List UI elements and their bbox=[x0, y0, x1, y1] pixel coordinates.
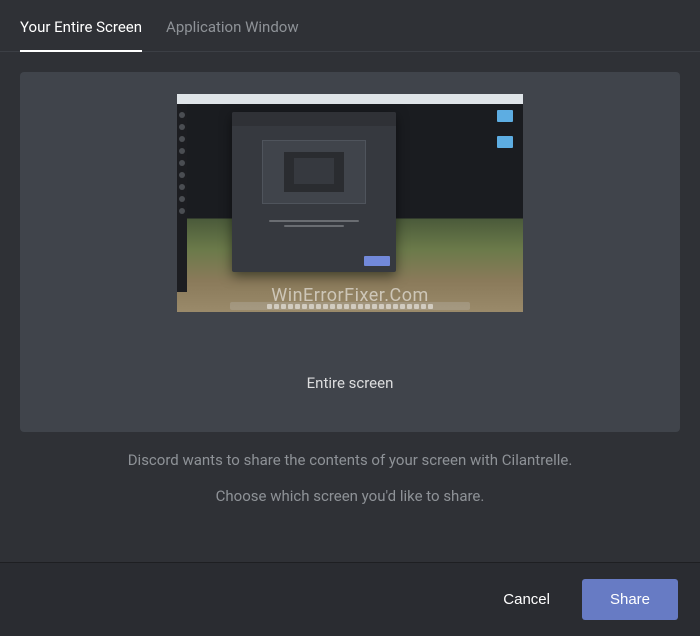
screen-thumbnail: WinErrorFixer.Com bbox=[177, 94, 523, 312]
screen-option-card[interactable]: WinErrorFixer.Com Entire screen bbox=[20, 72, 680, 432]
tab-application-window[interactable]: Application Window bbox=[166, 18, 299, 51]
screen-option-label: Entire screen bbox=[307, 374, 394, 392]
description-line-1: Discord wants to share the contents of y… bbox=[60, 442, 640, 478]
share-description: Discord wants to share the contents of y… bbox=[20, 432, 680, 514]
dialog-footer: Cancel Share bbox=[0, 562, 700, 636]
content-area: WinErrorFixer.Com Entire screen Discord … bbox=[0, 52, 700, 534]
description-line-2: Choose which screen you'd like to share. bbox=[60, 478, 640, 514]
screen-share-tabs: Your Entire Screen Application Window bbox=[0, 0, 700, 52]
cancel-button[interactable]: Cancel bbox=[491, 581, 562, 618]
tab-entire-screen[interactable]: Your Entire Screen bbox=[20, 18, 142, 52]
share-button[interactable]: Share bbox=[582, 579, 678, 620]
